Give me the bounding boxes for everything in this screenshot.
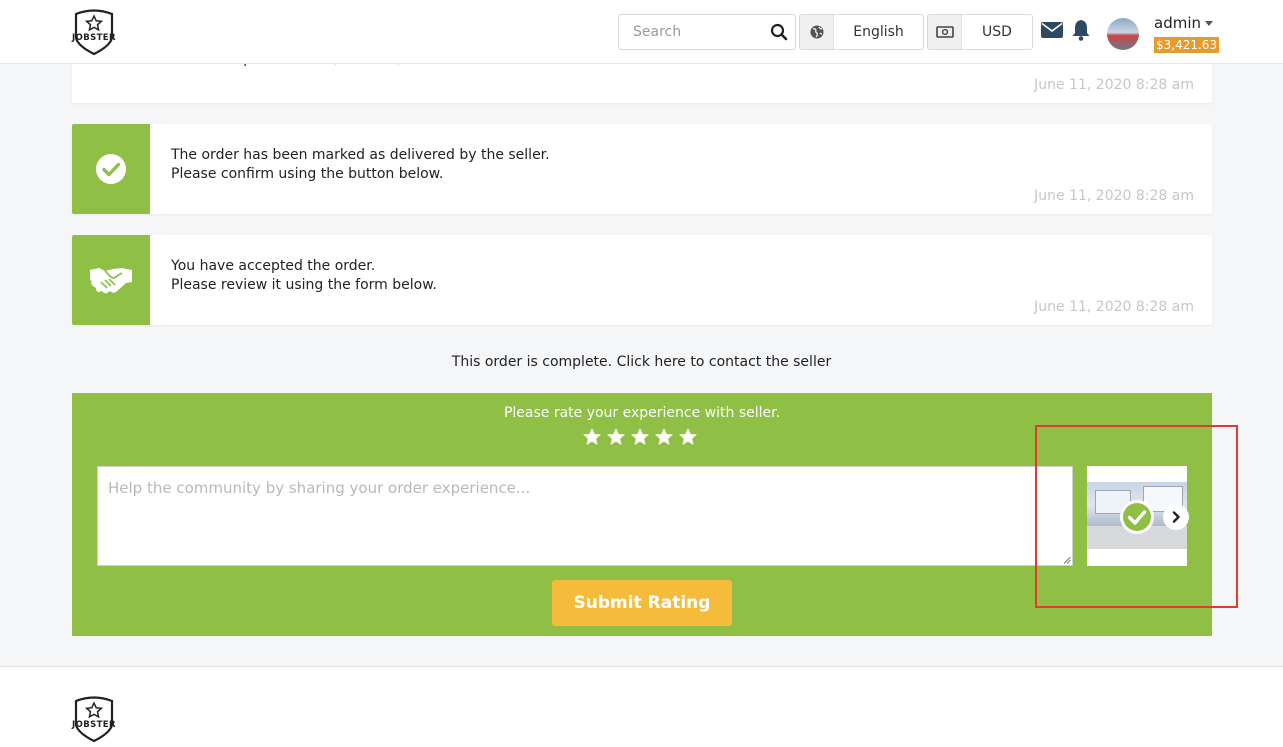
jobster-logo[interactable]: JOBSTER — [70, 8, 118, 56]
envelope-icon[interactable] — [1041, 22, 1063, 38]
globe-icon — [800, 15, 834, 49]
submit-rating-button[interactable]: Submit Rating — [552, 580, 732, 626]
seller-image-thumbnail[interactable] — [1087, 466, 1189, 566]
message-date: June 11, 2020 8:28 am — [1034, 299, 1194, 315]
accepted-notice-card: You have accepted the order. Please revi… — [72, 235, 1212, 325]
currency-selector[interactable]: USD — [927, 14, 1033, 50]
delivered-notice-card: The order has been marked as delivered b… — [72, 124, 1212, 214]
page-footer: JOBSTER — [0, 666, 1283, 747]
order-complete-notice: This order is complete. Click here to co… — [0, 354, 1283, 370]
search-input[interactable] — [619, 15, 767, 49]
message-line: You have accepted the order. — [171, 258, 376, 274]
language-label: English — [853, 24, 904, 40]
resize-handle-icon[interactable] — [1063, 556, 1071, 564]
contact-seller-link[interactable]: This order is complete. Click here to co… — [452, 354, 831, 370]
shield-logo-icon — [74, 9, 114, 56]
rating-panel: Please rate your experience with seller.… — [72, 393, 1212, 636]
card-icon-panel — [72, 235, 150, 325]
user-avatar[interactable] — [1107, 18, 1139, 50]
language-selector[interactable]: English — [799, 14, 924, 50]
logo-text: JOBSTER — [72, 33, 116, 43]
shield-logo-icon — [74, 696, 114, 743]
currency-label: USD — [982, 24, 1012, 40]
username-label[interactable]: admin — [1154, 14, 1201, 32]
check-circle-icon — [1120, 500, 1154, 534]
star-icon[interactable] — [678, 427, 698, 447]
star-rating[interactable] — [582, 427, 702, 449]
logo-text: JOBSTER — [72, 720, 116, 730]
footer-logo[interactable]: JOBSTER — [70, 695, 118, 743]
card-icon-panel — [72, 124, 150, 214]
next-image-button[interactable] — [1163, 504, 1189, 530]
handshake-icon — [90, 268, 132, 294]
message-line: Please review it using the form below. — [171, 277, 437, 293]
check-circle-icon — [96, 154, 126, 184]
card-message: You have accepted the order. Please revi… — [171, 257, 437, 295]
balance-badge: $3,421.63 — [1154, 37, 1220, 53]
message-line: Please confirm using the button below. — [171, 166, 444, 182]
star-icon[interactable] — [606, 427, 626, 447]
search-icon[interactable] — [770, 23, 788, 41]
money-bill-icon — [928, 15, 962, 49]
search-box — [618, 14, 796, 50]
top-header: JOBSTER English USD admin $3,421.63 — [0, 0, 1283, 64]
message-date: June 11, 2020 8:28 am — [1034, 77, 1194, 93]
star-icon[interactable] — [630, 427, 650, 447]
card-message: The order has been marked as delivered b… — [171, 146, 550, 184]
review-textarea[interactable] — [97, 466, 1073, 566]
message-date: June 11, 2020 8:28 am — [1034, 188, 1194, 204]
bell-icon[interactable] — [1071, 19, 1091, 41]
star-icon[interactable] — [582, 427, 602, 447]
message-line: The order has been marked as delivered b… — [171, 147, 550, 163]
rating-title: Please rate your experience with seller. — [503, 405, 781, 421]
star-icon[interactable] — [654, 427, 674, 447]
chevron-down-icon[interactable] — [1205, 21, 1213, 26]
chevron-right-icon — [1172, 511, 1180, 523]
